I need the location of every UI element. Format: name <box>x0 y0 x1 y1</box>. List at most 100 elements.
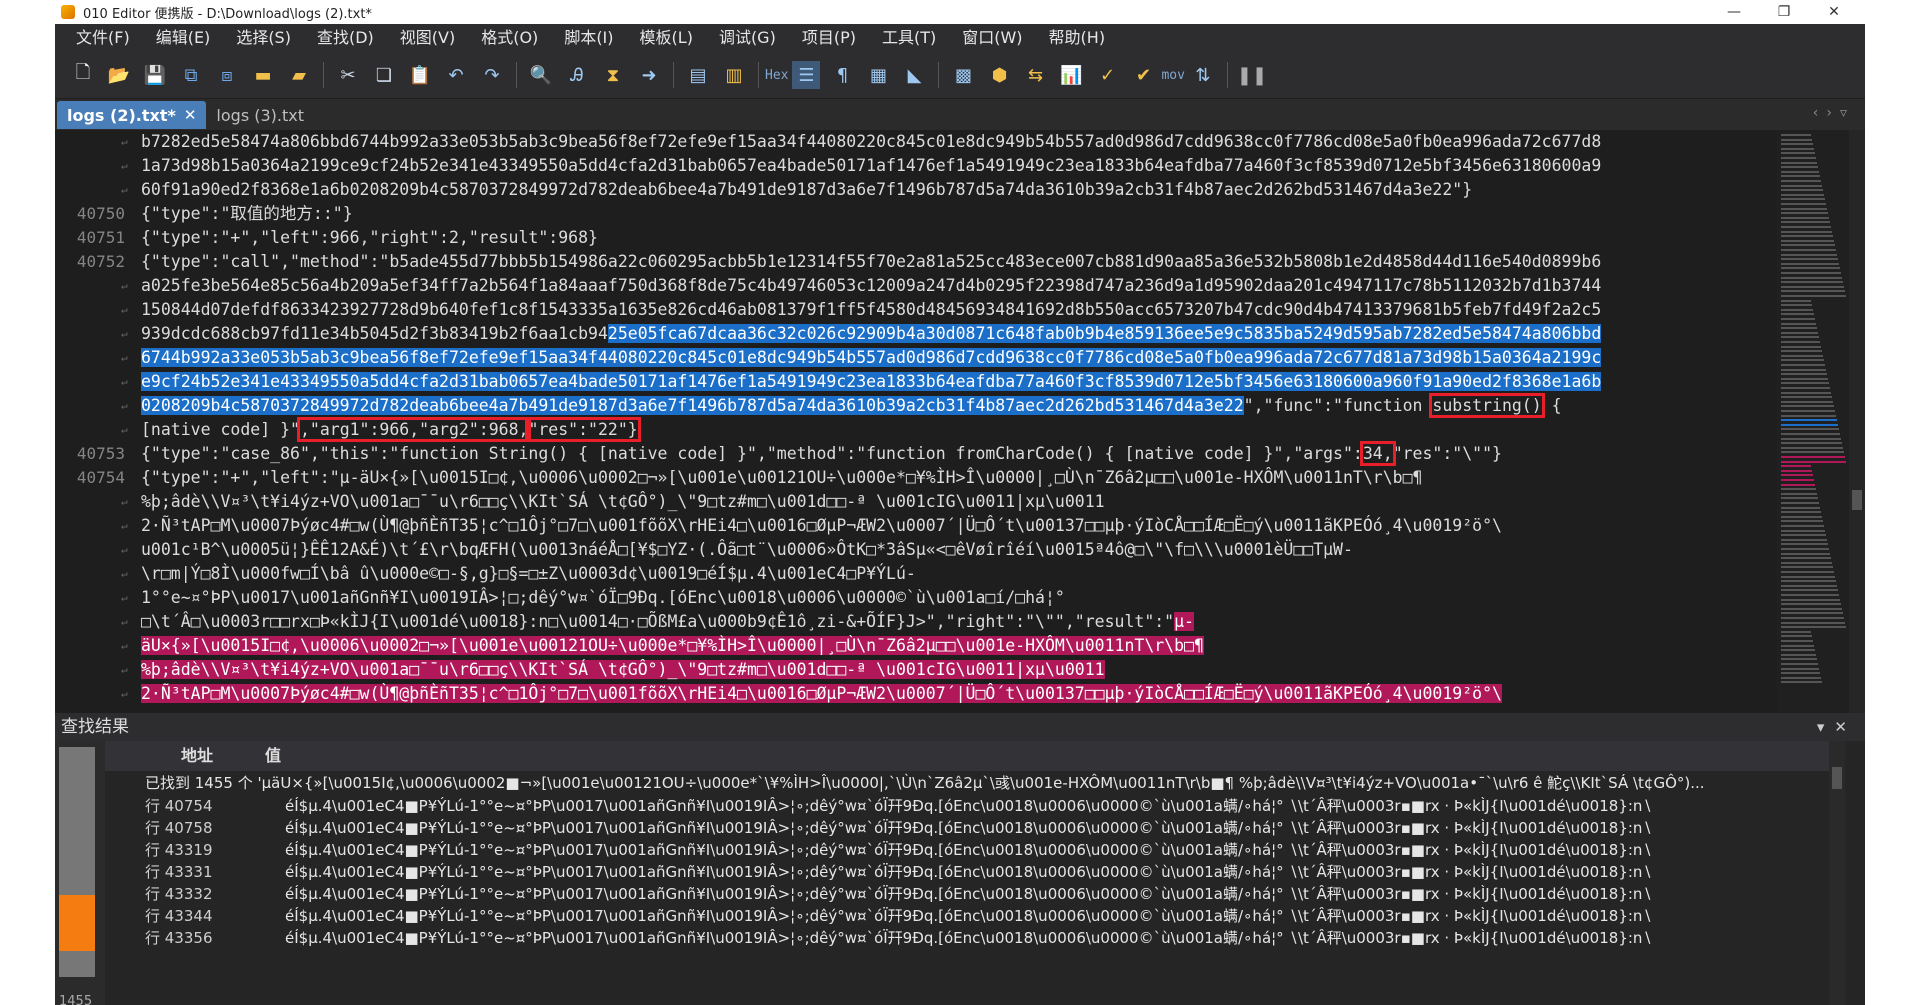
wrap-marker-icon: ↵ <box>121 543 128 556</box>
code-line[interactable]: ↵ \r□m|Ý□8Ì\u000fw□Í\bâ û\u000e©□-§,g}□§=… <box>55 562 1775 586</box>
menu-window[interactable]: 窗口(W) <box>949 24 1035 52</box>
code-line[interactable]: ↵ %þ;âdè\\V¤³\t¥i4ýz+VO\u001a□¯¯u\r6□□ç\\… <box>55 490 1775 514</box>
paste-icon[interactable]: 📋 <box>406 61 434 89</box>
copy-icon[interactable]: ❏ <box>370 61 398 89</box>
minimap-line <box>1781 460 1846 463</box>
panel-controls[interactable]: ▾✕ <box>1817 713 1857 741</box>
tab-logs-3[interactable]: logs (3).txt <box>206 101 314 129</box>
scrollbar-thumb[interactable] <box>1852 490 1862 510</box>
folder-icon[interactable]: ▬ <box>249 61 277 89</box>
find-result-row[interactable]: 行 43344 éÍ$µ.4\u001eC4■P¥ÝLú-1°°e~¤°ÞP\u0… <box>105 905 1845 927</box>
code-line[interactable]: ↵ 6744b992a33e053b5ab3c9bea56f8ef72efe9ef… <box>55 346 1775 370</box>
compare-icon[interactable]: ⇆ <box>1021 61 1049 89</box>
code-line[interactable]: ↵ □\t´Â□\u0003r□□rx□Þ«kÌJ{I\u001dé\u0018}… <box>55 610 1775 634</box>
goto-icon[interactable]: ➜ <box>635 61 663 89</box>
menu-debug[interactable]: 调试(G) <box>706 24 789 52</box>
save-as-icon[interactable]: ⧈ <box>213 61 241 89</box>
script-icon[interactable]: ▤ <box>684 61 712 89</box>
find-result-row[interactable]: 行 43331 éÍ$µ.4\u001eC4■P¥ÝLú-1°°e~¤°ÞP\u0… <box>105 861 1845 883</box>
redo-icon[interactable]: ↷ <box>478 61 506 89</box>
histogram-icon[interactable]: 📊 <box>1057 61 1085 89</box>
menu-file[interactable]: 文件(F) <box>63 24 143 52</box>
find-result-row[interactable]: 行 43356 éÍ$µ.4\u001eC4■P¥ÝLú-1°°e~¤°ÞP\u0… <box>105 927 1845 949</box>
code-line[interactable]: ↵ 2·Ñ³tAP□M\u0007Þýøc4#□w(Ù¶@þñÈñT35¦c^□1… <box>55 514 1775 538</box>
code-line[interactable]: 40754 {"type":"+","left":"µ-äU×{»[\u0015I… <box>55 466 1775 490</box>
code-line[interactable]: ↵ 1a73d98b15a0364a2199ce9cf24b52e341e4334… <box>55 154 1775 178</box>
scrollbar-thumb[interactable] <box>1832 767 1842 789</box>
undo-icon[interactable]: ↶ <box>442 61 470 89</box>
menu-project[interactable]: 项目(P) <box>789 24 869 52</box>
find-result-row[interactable]: 行 43332 éÍ$µ.4\u001eC4■P¥ÝLú-1°°e~¤°ÞP\u0… <box>105 883 1845 905</box>
verify-icon[interactable]: ✔ <box>1129 61 1157 89</box>
column-address[interactable]: 地址 <box>105 741 235 771</box>
menu-select[interactable]: 选择(S) <box>223 24 304 52</box>
find-result-row[interactable]: 行 43319 éÍ$µ.4\u001eC4■P¥ÝLú-1°°e~¤°ÞP\u0… <box>105 839 1845 861</box>
find-result-row[interactable]: 行 40758 éÍ$µ.4\u001eC4■P¥ÝLú-1°°e~¤°ÞP\u0… <box>105 817 1845 839</box>
list-icon[interactable]: ☰ <box>792 61 821 89</box>
editor-scrollbar[interactable] <box>1849 130 1865 713</box>
tab-logs-2[interactable]: logs (2).txt* ✕ <box>57 101 207 129</box>
close-button[interactable]: ✕ <box>1809 0 1859 24</box>
mov-icon[interactable]: mov <box>1161 68 1184 83</box>
find-in-files-icon[interactable]: ⧗ <box>599 61 627 89</box>
find-results-table[interactable]: 地址 值 已找到 1455 个 'µäU×{»[\u0015I¢,\u0006\… <box>105 741 1845 1005</box>
menu-templates[interactable]: 模板(L) <box>627 24 706 52</box>
wrap-marker-icon: ↵ <box>121 375 128 388</box>
hex-toggle-button[interactable]: Hex <box>765 68 788 83</box>
new-file-icon[interactable]: 🗋 <box>69 61 97 89</box>
open-folder-icon[interactable]: 📂 <box>105 61 133 89</box>
close-icon[interactable]: ✕ <box>184 106 197 124</box>
code-area[interactable]: ↵ b7282ed5e58474a806bbd6744b992a33e053b5a… <box>55 130 1775 713</box>
menu-help[interactable]: 帮助(H) <box>1036 24 1119 52</box>
minimap-line <box>1781 285 1844 288</box>
find-icon[interactable]: 🔍 <box>527 61 555 89</box>
find-results-summary[interactable]: 已找到 1455 个 'µäU×{»[\u0015I¢,\u0006\u0002… <box>105 771 1845 795</box>
menu-search[interactable]: 查找(D) <box>304 24 387 52</box>
save-all-icon[interactable]: ⧉ <box>177 61 205 89</box>
menu-edit[interactable]: 编辑(E) <box>143 24 224 52</box>
menu-format[interactable]: 格式(O) <box>468 24 551 52</box>
pause-icon[interactable]: ❚❚ <box>1237 61 1267 89</box>
find-result-row[interactable]: 行 40754 éÍ$µ.4\u001eC4■P¥ÝLú-1°°e~¤°ÞP\u0… <box>105 795 1845 817</box>
highlight-icon[interactable]: ◣ <box>900 61 928 89</box>
code-line[interactable]: ↵ b7282ed5e58474a806bbd6744b992a33e053b5a… <box>55 130 1775 154</box>
code-line[interactable]: ↵ 0208209b4c5870372849972d782deab6bee4a7b… <box>55 393 1775 418</box>
convert-icon[interactable]: ⇅ <box>1189 61 1217 89</box>
code-line[interactable]: ↵ u001c¹B^\u0005ü¦}ÊÊ12A&É)\t´£\r\bqÆFH(\… <box>55 538 1775 562</box>
minimap[interactable] <box>1777 130 1849 713</box>
inspector-icon[interactable]: ⬢ <box>985 61 1013 89</box>
code-line[interactable]: ↵ %þ;âdè\\V¤³\t¥i4ýz+VO\u001a□¯¯u\r6□□ç\\… <box>55 658 1775 682</box>
code-line[interactable]: ↵ 2·Ñ³tAP□M\u0007Þýøc4#□w(Ù¶@þñÈñT35¦c^□1… <box>55 682 1775 706</box>
maximize-button[interactable]: ❐ <box>1759 0 1809 24</box>
calculator-icon[interactable]: ▩ <box>949 61 977 89</box>
cut-icon[interactable]: ✂ <box>334 61 362 89</box>
find-results-scrollbar[interactable] <box>1829 741 1845 1005</box>
code-line[interactable]: ↵ [native code] }","arg1":966,"arg2":968,… <box>55 417 1775 442</box>
code-line[interactable]: ↵ 939dcdc688cb97fd11e34b5045d2f3b83419b2f… <box>55 322 1775 346</box>
find-replace-icon[interactable]: Ꭿ <box>563 61 591 89</box>
text-editor[interactable]: ↵ b7282ed5e58474a806bbd6744b992a33e053b5a… <box>55 130 1865 713</box>
code-line[interactable]: ↵ äU×{»[\u0015I□¢,\u0006\u0002□¬»[\u001e\… <box>55 634 1775 658</box>
menu-tools[interactable]: 工具(T) <box>869 24 949 52</box>
menu-view[interactable]: 视图(V) <box>387 24 468 52</box>
code-line[interactable]: ↵ 150844d07defdf8633423927728d9b640fef1c8… <box>55 298 1775 322</box>
column-value[interactable]: 值 <box>235 741 1845 771</box>
workspace-icon[interactable]: ▰ <box>285 61 313 89</box>
code-line[interactable]: 40751 {"type":"+","left":966,"right":2,"r… <box>55 226 1775 250</box>
code-line[interactable]: 40750 {"type":"取值的地方::"} <box>55 202 1775 226</box>
menu-scripts[interactable]: 脚本(I) <box>551 24 626 52</box>
code-line[interactable]: 40753 {"type":"case_86","this":"function … <box>55 441 1775 466</box>
code-line[interactable]: 40752 {"type":"call","method":"b5ade455d7… <box>55 250 1775 274</box>
code-line[interactable]: ↵ e9cf24b52e341e43349550a5dd4cfa2d31bab06… <box>55 370 1775 394</box>
tab-bar: logs (2).txt* ✕ logs (3).txt ‹›▿ <box>55 99 1865 129</box>
save-icon[interactable]: 💾 <box>141 61 169 89</box>
code-line[interactable]: ↵ 1°°e~¤°ÞP\u0017\u001añGnñ¥I\u0019IÂ>¦□;… <box>55 586 1775 610</box>
paragraph-icon[interactable]: ¶ <box>828 61 856 89</box>
code-line[interactable]: ↵ a025fe3be564e85c56a4b209a5ef34ff7a2b564… <box>55 274 1775 298</box>
columns-icon[interactable]: ▦ <box>864 61 892 89</box>
code-line[interactable]: ↵ 60f91a90ed2f8368e1a6b0208209b4c58703728… <box>55 178 1775 202</box>
template-icon[interactable]: ▥ <box>720 61 748 89</box>
tab-nav-arrows[interactable]: ‹›▿ <box>1813 105 1855 121</box>
minimize-button[interactable]: — <box>1709 0 1759 24</box>
checksum-icon[interactable]: ✓ <box>1093 61 1121 89</box>
